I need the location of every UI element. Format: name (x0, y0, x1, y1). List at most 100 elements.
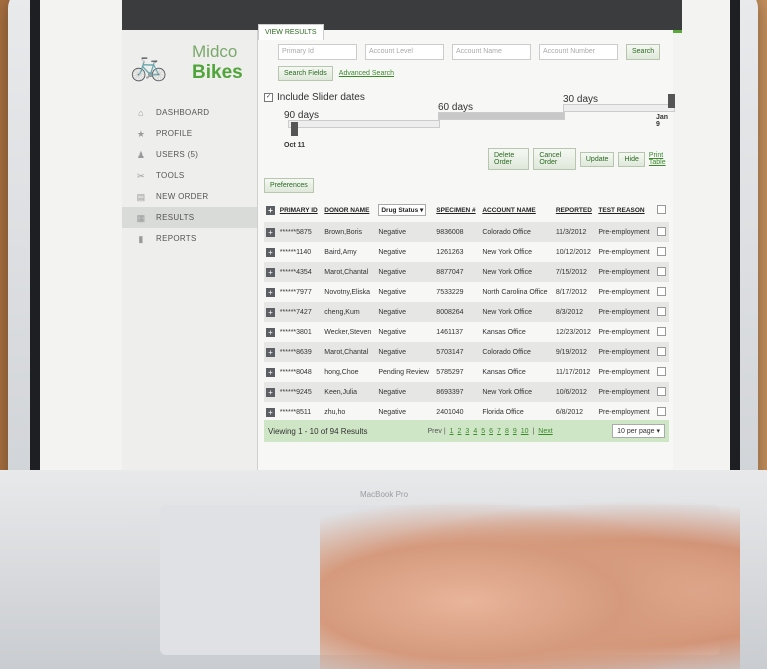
primary-id-cell: ******8048 (277, 362, 323, 382)
table-row[interactable]: + ******7977 Novotny,Eliska Negative 7533229… (264, 282, 669, 302)
delete-order-button[interactable]: Delete Order (488, 148, 530, 170)
column-header-primary-id[interactable]: PRIMARY ID (278, 198, 322, 222)
page-link[interactable]: 1 (450, 428, 454, 435)
test-reason-cell: Pre-employment (596, 322, 656, 342)
row-checkbox[interactable] (657, 286, 667, 296)
cancel-order-button[interactable]: Cancel Order (533, 148, 576, 170)
page-link[interactable]: 2 (458, 428, 462, 435)
drug-status-select[interactable]: Drug Status ▾ (378, 204, 427, 216)
page-link[interactable]: 5 (481, 428, 485, 435)
column-header-donor-name[interactable]: DONOR NAME (322, 198, 376, 222)
sidebar-item-new-order[interactable]: ▤ NEW ORDER (122, 186, 257, 207)
sidebar-item-dashboard[interactable]: ⌂ DASHBOARD (122, 102, 257, 123)
account-number-field[interactable]: Account Number (539, 44, 618, 60)
row-checkbox[interactable] (657, 226, 667, 236)
row-checkbox[interactable] (657, 326, 667, 336)
table-row[interactable]: + ******4354 Marot,Chantal Negative 8877047 N… (264, 262, 669, 282)
specimen-cell: 5785297 (434, 362, 481, 382)
table-row[interactable]: + ******7427 cheng,Kum Negative 8008264 New Y… (264, 302, 669, 322)
row-checkbox[interactable] (657, 386, 667, 396)
slider-start-handle[interactable] (291, 122, 298, 136)
row-checkbox[interactable] (657, 366, 667, 376)
page-link[interactable]: 3 (465, 428, 469, 435)
sidebar-item-reports[interactable]: ▮ REPORTS (122, 228, 257, 249)
plus-icon[interactable]: + (266, 267, 275, 277)
page-link[interactable]: 10 (521, 428, 529, 435)
page-link[interactable]: 9 (513, 428, 517, 435)
next-link[interactable]: Next (538, 428, 552, 435)
prev-link[interactable]: Prev (427, 428, 441, 435)
include-slider-checkbox[interactable]: ✓ (264, 93, 273, 102)
row-select-cell (655, 222, 669, 242)
table-row[interactable]: + ******5875 Brown,Boris Negative 9836008 Col… (264, 222, 669, 242)
sidebar-item-label: USERS (5) (156, 150, 199, 159)
column-header-test-reason[interactable]: TEST REASON (596, 198, 655, 222)
advanced-search-link[interactable]: Advanced Search (339, 70, 394, 77)
sidebar-item-results[interactable]: ▦ RESULTS (122, 207, 257, 228)
viewing-count: Viewing 1 - 10 of 94 Results (268, 426, 368, 436)
account-name-cell: Kansas Office (480, 322, 554, 342)
table-row[interactable]: + ******8048 hong,Choe Pending Review 578529… (264, 362, 669, 382)
row-checkbox[interactable] (657, 406, 667, 416)
sidebar-item-label: PROFILE (156, 129, 193, 138)
page-link[interactable]: 8 (505, 428, 509, 435)
sidebar-item-tools[interactable]: ✂ TOOLS (122, 165, 257, 186)
update-button[interactable]: Update (579, 151, 615, 167)
page-link[interactable]: 6 (489, 428, 493, 435)
account-name-cell: New York Office (480, 382, 554, 402)
slider-track-90 (288, 120, 440, 128)
preferences-button[interactable]: Preferences (264, 178, 314, 193)
per-page-select[interactable]: 10 per page ▾ (612, 424, 665, 438)
plus-icon[interactable]: + (266, 347, 275, 357)
row-select-cell (655, 362, 669, 382)
plus-icon[interactable]: + (266, 205, 275, 215)
donor-name-cell: zhu,ho (322, 402, 377, 422)
column-header-reported[interactable]: REPORTED (554, 198, 597, 222)
plus-icon[interactable]: + (266, 407, 275, 417)
row-checkbox[interactable] (657, 346, 667, 356)
tab-view-results[interactable]: VIEW RESULTS (258, 24, 324, 40)
plus-icon[interactable]: + (266, 307, 275, 317)
search-button[interactable]: Search (626, 44, 661, 60)
test-reason-cell: Pre-employment (596, 342, 656, 362)
sidebar-item-users[interactable]: ♟ USERS (5) (122, 144, 257, 165)
row-select-cell (655, 242, 669, 262)
column-header-specimen[interactable]: SPECIMEN # (434, 198, 480, 222)
table-row[interactable]: + ******8639 Marot,Chantal Negative 5703147 C… (264, 342, 669, 362)
plus-icon[interactable]: + (266, 287, 275, 297)
row-checkbox[interactable] (657, 266, 667, 276)
primary-id-cell: ******1140 (277, 242, 323, 262)
plus-icon[interactable]: + (266, 227, 275, 237)
row-checkbox[interactable] (657, 306, 667, 316)
plus-icon[interactable]: + (266, 387, 275, 397)
table-row[interactable]: + ******1140 Baird,Amy Negative 1261263 New Y… (264, 242, 669, 262)
plus-icon[interactable]: + (266, 327, 275, 337)
search-fields-button[interactable]: Search Fields (278, 66, 333, 81)
primary-id-cell: ******5875 (277, 222, 323, 242)
sidebar-item-profile[interactable]: ★ PROFILE (122, 123, 257, 144)
primary-id-field[interactable]: Primary Id (278, 44, 357, 60)
table-row[interactable]: + ******9245 Keen,Julia Negative 8693397 New … (264, 382, 669, 402)
donor-name-cell: Keen,Julia (322, 382, 377, 402)
account-level-field[interactable]: Account Level (365, 44, 444, 60)
plus-icon[interactable]: + (266, 247, 275, 257)
sidebar-item-label: NEW ORDER (156, 192, 209, 201)
include-slider-row: ✓ Include Slider dates (264, 92, 365, 103)
column-header-account-name[interactable]: ACCOUNT NAME (480, 198, 553, 222)
slider-end-handle[interactable] (668, 94, 675, 108)
table-row[interactable]: + ******8511 zhu,ho Negative 2401040 Florida … (264, 402, 669, 422)
hide-button[interactable]: Hide (618, 151, 645, 167)
column-header-drug-status[interactable]: Drug Status ▾ (376, 198, 434, 222)
select-all-column-header (655, 198, 669, 222)
account-name-field[interactable]: Account Name (452, 44, 531, 60)
page-link[interactable]: 7 (497, 428, 501, 435)
page-link[interactable]: 4 (473, 428, 477, 435)
select-all-checkbox[interactable] (657, 204, 667, 214)
test-reason-cell: Pre-employment (596, 242, 656, 262)
row-checkbox[interactable] (657, 246, 667, 256)
sidebar: 🚲 Midco Bikes ⌂ DASHBOARD ★ PROFILE ♟ USERS… (122, 30, 258, 515)
drug-status-cell: Negative (376, 342, 435, 362)
print-table-link[interactable]: Print Table (649, 152, 673, 166)
table-row[interactable]: + ******3801 Wecker,Steven Negative 1461137 K… (264, 322, 669, 342)
plus-icon[interactable]: + (266, 367, 275, 377)
